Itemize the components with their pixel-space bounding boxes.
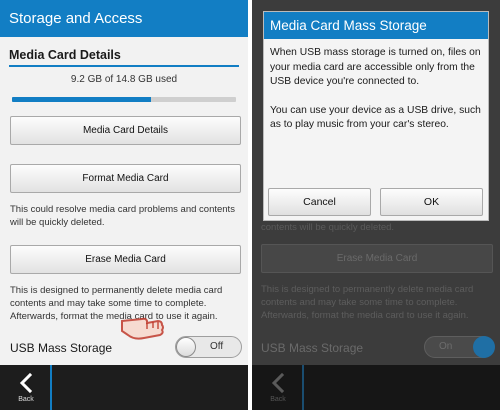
dimmed-back-label: Back bbox=[270, 396, 286, 403]
ok-button[interactable]: OK bbox=[380, 188, 483, 216]
dimmed-usb-toggle: On bbox=[424, 336, 495, 358]
screen-title: Storage and Access bbox=[0, 0, 248, 37]
usb-mass-storage-label: USB Mass Storage bbox=[10, 341, 113, 355]
mass-storage-dialog-screen: contents will be quickly deleted. Erase … bbox=[252, 0, 500, 410]
media-card-details-button[interactable]: Media Card Details bbox=[10, 116, 241, 145]
dimmed-toggle-state-text: On bbox=[439, 341, 453, 352]
back-label: Back bbox=[18, 396, 34, 403]
chevron-left-icon bbox=[271, 372, 285, 394]
chevron-left-icon bbox=[19, 372, 33, 394]
dimmed-back-button: Back bbox=[252, 365, 304, 410]
dialog-paragraph-1: When USB mass storage is turned on, file… bbox=[270, 47, 481, 87]
format-description: This could resolve media card problems a… bbox=[10, 204, 235, 228]
storage-usage-fill bbox=[12, 97, 151, 102]
action-bar: Back bbox=[0, 365, 248, 410]
storage-access-screen: Storage and Access Media Card Details 9.… bbox=[0, 0, 248, 410]
mass-storage-dialog: Media Card Mass Storage When USB mass st… bbox=[263, 11, 489, 221]
erase-media-card-button[interactable]: Erase Media Card bbox=[10, 245, 241, 274]
dialog-paragraph-2: You can use your device as a USB drive, … bbox=[270, 104, 481, 131]
storage-usage-bar bbox=[12, 97, 236, 102]
dimmed-format-description: contents will be quickly deleted. bbox=[261, 222, 395, 233]
pointing-hand-icon bbox=[121, 317, 164, 340]
usb-mass-storage-toggle[interactable]: Off bbox=[175, 336, 242, 358]
settings-content: Media Card Details 9.2 GB of 14.8 GB use… bbox=[0, 37, 248, 365]
cancel-button[interactable]: Cancel bbox=[268, 188, 371, 216]
dimmed-action-bar: Back bbox=[252, 365, 500, 410]
dimmed-toggle-knob bbox=[473, 336, 495, 358]
dialog-title: Media Card Mass Storage bbox=[264, 12, 488, 39]
toggle-knob bbox=[176, 337, 196, 357]
back-button[interactable]: Back bbox=[0, 365, 52, 410]
format-media-card-button[interactable]: Format Media Card bbox=[10, 164, 241, 193]
dimmed-erase-button: Erase Media Card bbox=[261, 244, 493, 273]
dimmed-usb-label: USB Mass Storage bbox=[261, 341, 364, 355]
heading-divider bbox=[9, 65, 239, 67]
toggle-state-text: Off bbox=[210, 341, 224, 352]
storage-usage-text: 9.2 GB of 14.8 GB used bbox=[70, 74, 178, 85]
section-heading: Media Card Details bbox=[9, 48, 121, 62]
dimmed-erase-description: This is designed to permanently delete m… bbox=[261, 284, 474, 321]
dialog-body: When USB mass storage is turned on, file… bbox=[270, 46, 482, 147]
